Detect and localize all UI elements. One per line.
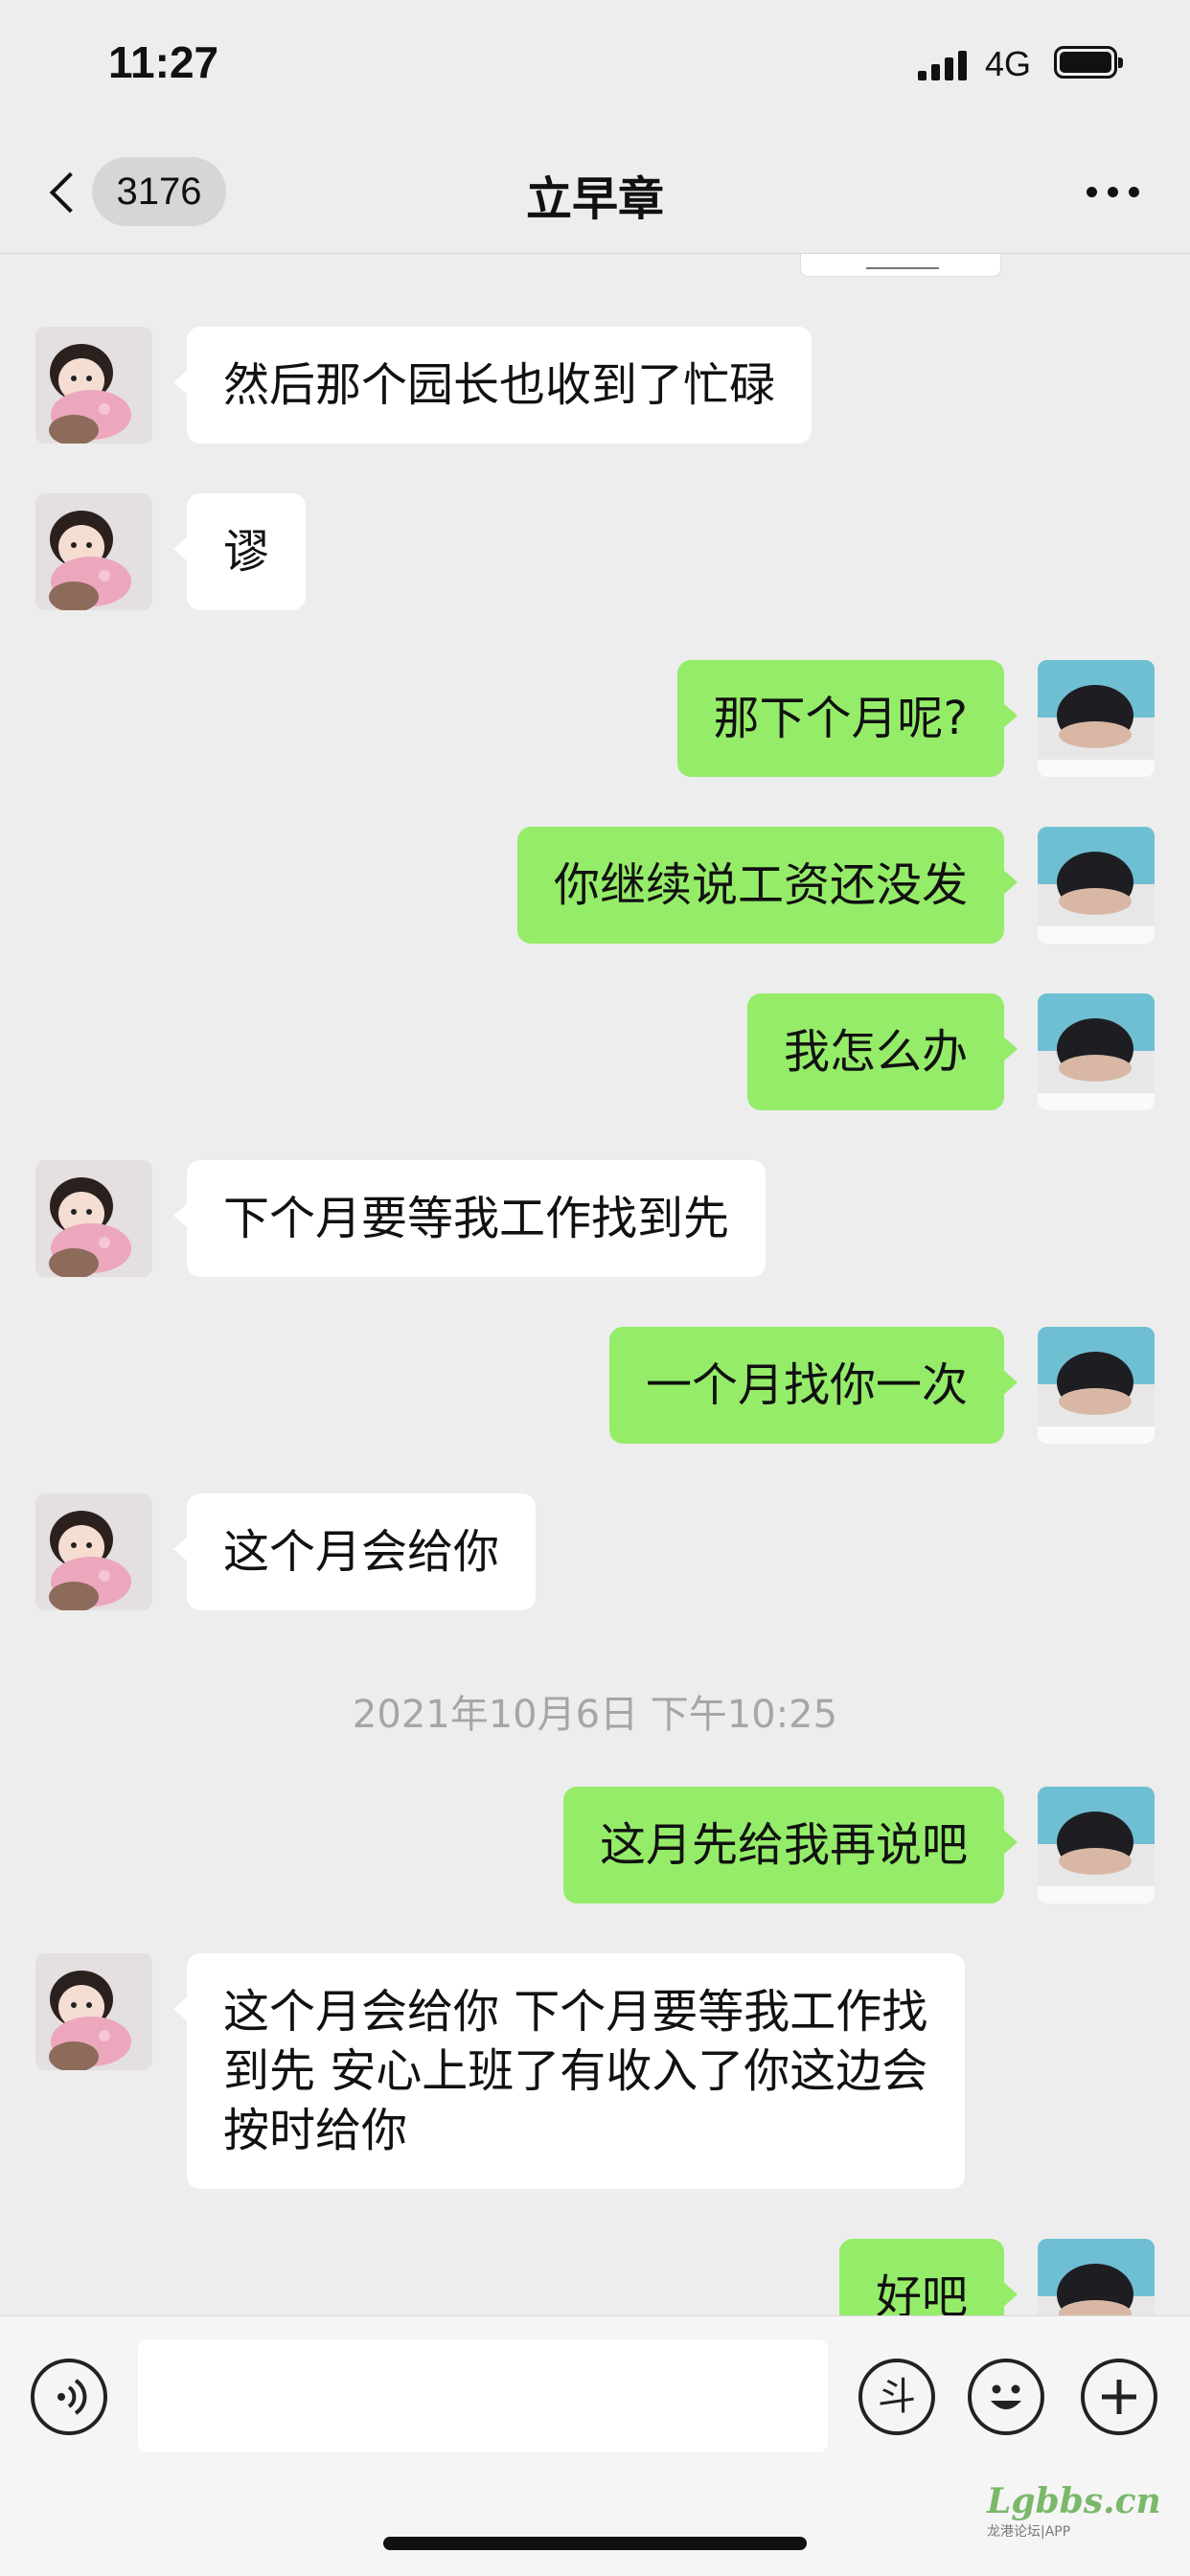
my-avatar[interactable] (1038, 1787, 1155, 1904)
status-bar: 11:27 4G (0, 0, 1190, 134)
message-input[interactable] (138, 2339, 828, 2452)
outgoing-message[interactable]: 好吧 (838, 2239, 1018, 2315)
outgoing-message[interactable]: 那下个月呢? (676, 660, 1018, 777)
my-avatar[interactable] (1038, 660, 1155, 777)
my-avatar[interactable] (1038, 993, 1155, 1110)
my-avatar[interactable] (1038, 827, 1155, 944)
outgoing-message[interactable]: 这月先给我再说吧 (562, 1787, 1018, 1904)
incoming-message[interactable]: 下个月要等我工作找到先 (172, 1160, 767, 1277)
outgoing-message[interactable]: 一个月找你一次 (608, 1327, 1018, 1444)
chat-title: 立早章 (525, 172, 664, 226)
incoming-message[interactable]: 谬 (172, 493, 307, 610)
contact-avatar[interactable] (35, 493, 152, 610)
incoming-message[interactable]: 这个月会给你 (172, 1493, 537, 1610)
outgoing-message[interactable]: 我怎么办 (746, 993, 1018, 1110)
sticker-button[interactable]: 斗 (858, 2359, 935, 2435)
incoming-message[interactable]: 然后那个园长也收到了忙碌 (172, 327, 812, 444)
outgoing-message[interactable]: 你继续说工资还没发 (516, 827, 1018, 944)
watermark-subtitle: 龙港论坛|APP (987, 2524, 1071, 2540)
contact-avatar[interactable] (35, 1953, 152, 2070)
partial-message-bubble (800, 254, 1001, 277)
signal-icon (918, 50, 968, 80)
more-options-icon[interactable] (1075, 172, 1152, 211)
status-time: 11:27 (108, 37, 219, 87)
my-avatar[interactable] (1038, 2239, 1155, 2315)
watermark: Lgbbs.cn 龙港论坛|APP (987, 2481, 1179, 2558)
add-more-icon[interactable] (1081, 2359, 1157, 2435)
voice-input-icon[interactable] (31, 2359, 107, 2435)
home-indicator[interactable] (383, 2537, 807, 2550)
contact-avatar[interactable] (35, 1493, 152, 1610)
contact-avatar[interactable] (35, 1160, 152, 1277)
chat-header: 3176 立早章 (0, 134, 1190, 254)
emoji-icon[interactable] (968, 2359, 1044, 2435)
contact-avatar[interactable] (35, 327, 152, 444)
network-type: 4G (985, 44, 1032, 83)
battery-icon (1054, 46, 1123, 79)
watermark-logo: Lgbbs.cn (987, 2481, 1161, 2521)
message-timestamp: 2021年10月6日 下午10:25 (352, 1693, 838, 1737)
message-list[interactable]: 然后那个园长也收到了忙碌 谬 那下个月呢? 你继续说工资还没发 我怎么办 下个月… (0, 254, 1190, 2315)
my-avatar[interactable] (1038, 1327, 1155, 1444)
incoming-message[interactable]: 这个月会给你 下个月要等我工作找到先 安心上班了有收入了你这边会按时给你 (173, 1953, 965, 2189)
